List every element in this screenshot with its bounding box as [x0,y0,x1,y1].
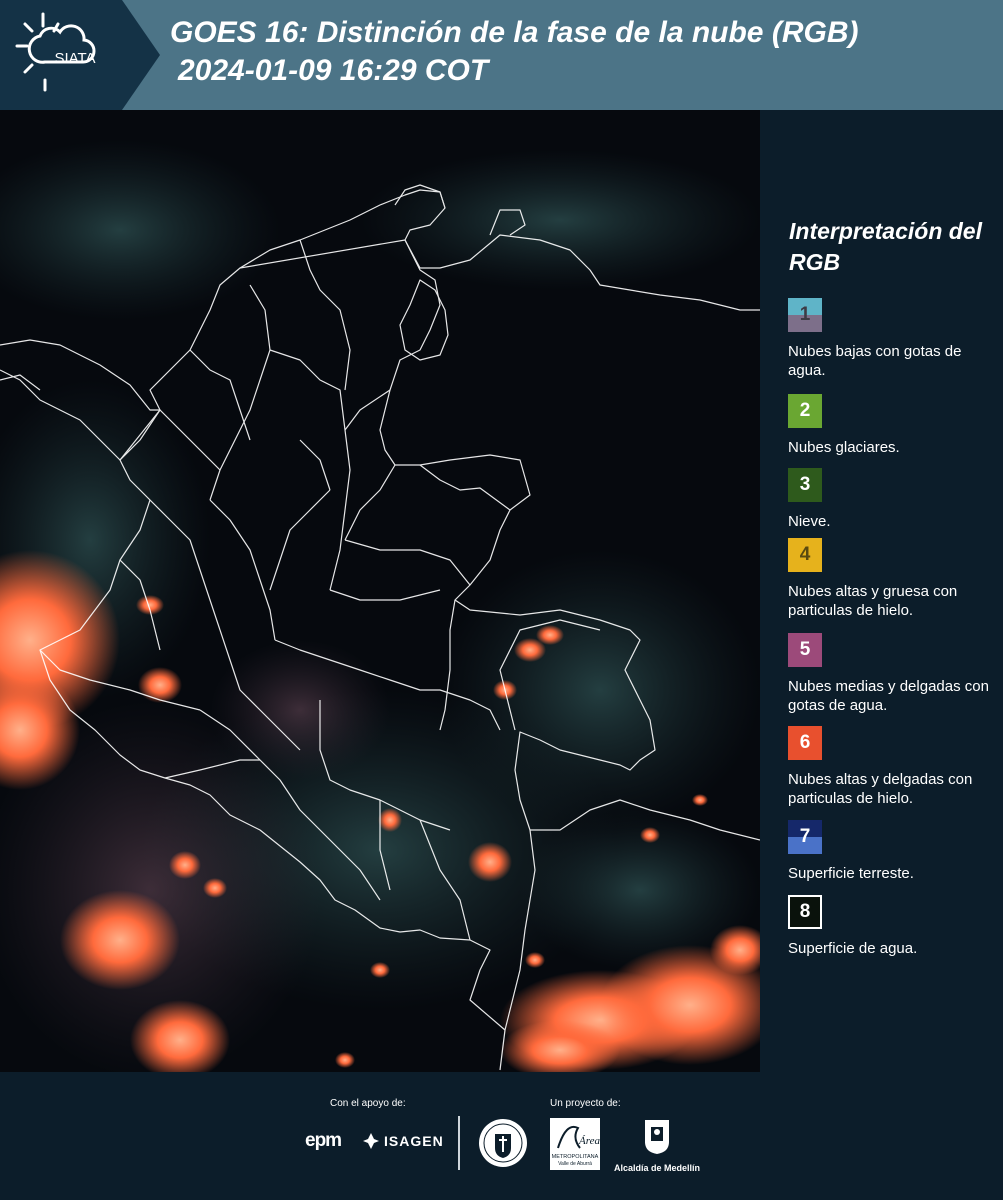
medellin-shield-icon [645,1120,669,1154]
legend-item-1: 1 Nubes bajas con gotas de agua. [788,298,998,380]
legend-item-8: 8 Superficie de agua. [788,895,998,958]
satellite-rgb-map [0,110,760,1072]
legend-number-2: 2 [799,400,811,421]
amva-script-text: Área [578,1135,600,1147]
siata-logo-text: SIATA [54,50,95,67]
legend-item-4: 4 Nubes altas y gruesa con particulas de… [788,538,998,620]
satellite-map [0,110,760,1072]
legend-swatch-7: 7 [788,820,822,854]
legend-label-8: Superficie de agua. [788,940,918,957]
legend-panel: Interpretación del RGB 1 Nubes bajas con… [760,110,1003,1072]
legend-item-3: 3 Nieve. [788,468,998,531]
legend-title: Interpretación del RGB [789,218,982,275]
amva-logo: Área METROPOLITANA Valle de Aburrá [550,1118,600,1170]
alcaldia-label: Alcaldía de Medellín [613,1163,701,1173]
isagen-logo: ISAGEN [362,1132,444,1150]
legend-number-5: 5 [799,639,811,660]
legend-item-2: 2 Nubes glaciares. [788,394,998,457]
legend-swatch-3: 3 [788,468,822,502]
isagen-icon [363,1133,379,1149]
legend-item-7: 7 Superficie terreste. [788,820,998,883]
footer-divider [458,1116,460,1170]
legend-number-7: 7 [799,826,811,847]
legend-label-2: Nubes glaciares. [788,439,900,456]
legend-swatch-5: 5 [788,633,822,667]
title-line-1: GOES 16: Distinción de la fase de la nub… [170,16,859,49]
isagen-logo-text: ISAGEN [384,1133,444,1149]
support-label: Con el apoyo de: [330,1098,406,1109]
siata-logo: SIATA [0,0,160,110]
alcaldia-logo: Alcaldía de Medellín [610,1118,704,1174]
epm-logo-text: epm [305,1130,342,1151]
epm-logo: epm [305,1130,342,1152]
project-label: Un proyecto de: [550,1098,621,1109]
legend-item-5: 5 Nubes medias y delgadas con gotas de a… [788,633,998,715]
legend-number-4: 4 [799,544,811,565]
legend-label-6: Nubes altas y delgadas con particulas de… [788,771,973,807]
legend-label-3: Nieve. [788,513,831,530]
legend-swatch-2: 2 [788,394,822,428]
legend-number-6: 6 [799,732,811,753]
legend-label-4: Nubes altas y gruesa con particulas de h… [788,583,958,619]
amva-logo-icon: Área METROPOLITANA Valle de Aburrá [550,1118,600,1170]
legend-item-6: 6 Nubes altas y delgadas con particulas … [788,726,998,808]
university-seal-icon [479,1119,527,1167]
page-title: GOES 16: Distinción de la fase de la nub… [170,14,858,90]
legend-swatch-8: 8 [788,895,822,929]
legend-label-7: Superficie terreste. [788,865,914,882]
legend-swatch-1: 1 [788,298,822,332]
legend-number-8: 8 [799,901,811,922]
title-datetime: 2024-01-09 16:29 COT [178,54,489,87]
legend-number-1: 1 [799,304,811,325]
legend-swatch-6: 6 [788,726,822,760]
legend-label-1: Nubes bajas con gotas de agua. [788,343,962,379]
legend-swatch-4: 4 [788,538,822,572]
header-bar: SIATA GOES 16: Distinción de la fase de … [0,0,1003,110]
amva-name-text: METROPOLITANA [552,1154,599,1160]
legend-number-3: 3 [799,474,811,495]
legend-label-5: Nubes medias y delgadas con gotas de agu… [788,678,989,714]
footer: Con el apoyo de: Un proyecto de: epm ISA… [0,1072,1003,1200]
amva-sub-text: Valle de Aburrá [558,1161,592,1167]
